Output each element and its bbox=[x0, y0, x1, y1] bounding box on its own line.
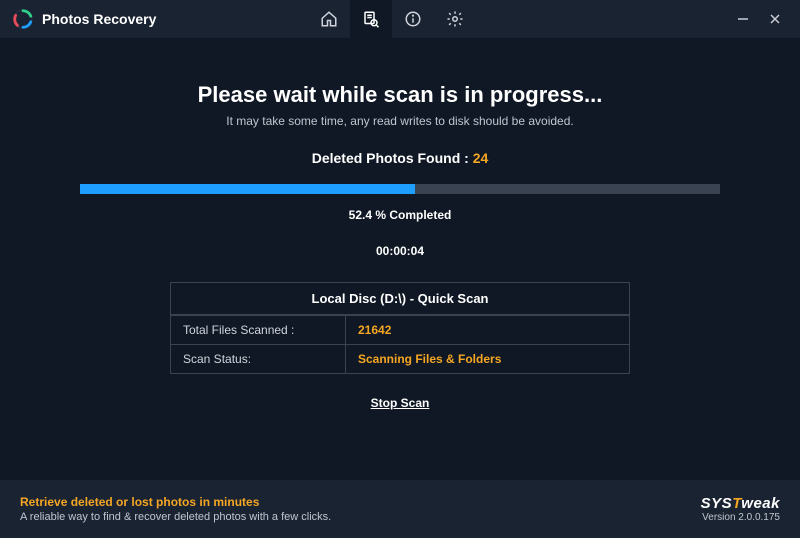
percent-complete: 52.4 % Completed bbox=[0, 208, 800, 222]
title-bar: Photos Recovery bbox=[0, 0, 800, 38]
scan-target-header: Local Disc (D:\) - Quick Scan bbox=[171, 283, 629, 315]
toolbar bbox=[308, 0, 476, 38]
app-title: Photos Recovery bbox=[42, 11, 156, 27]
scan-status-label: Scan Status: bbox=[171, 345, 346, 373]
scan-info-table: Local Disc (D:\) - Quick Scan Total File… bbox=[170, 282, 630, 374]
home-icon[interactable] bbox=[308, 0, 350, 38]
window-controls bbox=[736, 12, 792, 26]
footer-left: Retrieve deleted or lost photos in minut… bbox=[20, 495, 701, 523]
page-heading: Please wait while scan is in progress... bbox=[0, 82, 800, 108]
brand-logo: SYSTweak bbox=[701, 495, 780, 512]
progress-fill bbox=[80, 184, 415, 194]
settings-icon[interactable] bbox=[434, 0, 476, 38]
progress-bar bbox=[80, 184, 720, 194]
found-count: 24 bbox=[473, 150, 489, 166]
stop-scan-link[interactable]: Stop Scan bbox=[371, 396, 430, 410]
minimize-icon[interactable] bbox=[736, 12, 750, 26]
close-icon[interactable] bbox=[768, 12, 782, 26]
scan-progress-panel: Please wait while scan is in progress...… bbox=[0, 38, 800, 480]
info-icon[interactable] bbox=[392, 0, 434, 38]
progress-track bbox=[80, 184, 720, 194]
footer-subtitle: A reliable way to find & recover deleted… bbox=[20, 511, 701, 523]
scan-icon[interactable] bbox=[350, 0, 392, 38]
footer-right: SYSTweak Version 2.0.0.175 bbox=[701, 495, 780, 523]
table-row: Total Files Scanned : 21642 bbox=[171, 315, 629, 344]
table-row: Scan Status: Scanning Files & Folders bbox=[171, 344, 629, 373]
elapsed-time: 00:00:04 bbox=[0, 244, 800, 258]
page-subheading: It may take some time, any read writes t… bbox=[0, 114, 800, 128]
deleted-found-line: Deleted Photos Found : 24 bbox=[0, 150, 800, 166]
version-text: Version 2.0.0.175 bbox=[701, 512, 780, 523]
files-scanned-label: Total Files Scanned : bbox=[171, 316, 346, 344]
scan-status-value: Scanning Files & Folders bbox=[346, 345, 629, 373]
footer: Retrieve deleted or lost photos in minut… bbox=[0, 480, 800, 538]
found-label: Deleted Photos Found : bbox=[312, 150, 469, 166]
app-logo-icon bbox=[12, 8, 34, 30]
footer-title: Retrieve deleted or lost photos in minut… bbox=[20, 495, 701, 509]
files-scanned-value: 21642 bbox=[346, 316, 629, 344]
